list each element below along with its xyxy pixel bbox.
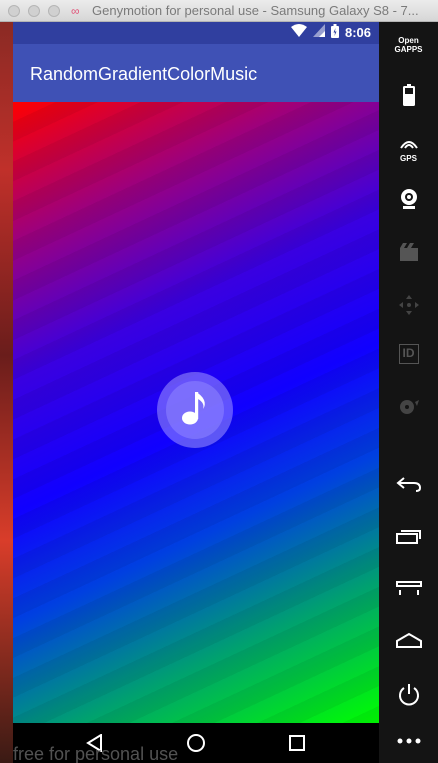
dpad-icon[interactable] bbox=[379, 294, 438, 316]
screencast-icon[interactable] bbox=[379, 242, 438, 262]
disk-io-icon[interactable] bbox=[379, 398, 438, 416]
status-time: 8:06 bbox=[344, 25, 371, 40]
battery-widget-icon[interactable] bbox=[379, 84, 438, 106]
gps-label: GPS bbox=[400, 154, 417, 163]
gps-icon bbox=[399, 136, 418, 154]
minimize-window-button[interactable] bbox=[28, 5, 40, 17]
wifi-icon bbox=[290, 24, 307, 42]
webcam-icon[interactable] bbox=[379, 188, 438, 210]
more-options-icon[interactable] bbox=[379, 738, 438, 744]
window-titlebar: ∞ Genymotion for personal use - Samsung … bbox=[0, 0, 438, 22]
open-gapps-button[interactable]: Open GAPPS bbox=[379, 36, 438, 54]
gps-widget-button[interactable]: GPS bbox=[379, 136, 438, 164]
app-title: RandomGradientColorMusic bbox=[30, 64, 258, 84]
recent-apps-key-icon[interactable] bbox=[379, 528, 438, 544]
open-gapps-line1: Open bbox=[398, 36, 419, 45]
watermark-text: free for personal use bbox=[13, 744, 179, 763]
genymotion-icon: ∞ bbox=[71, 4, 80, 18]
menu-key-icon[interactable] bbox=[379, 580, 438, 596]
close-window-button[interactable] bbox=[8, 5, 20, 17]
emulator-sidebar: Open GAPPS GPS ID bbox=[379, 22, 438, 763]
gradient-background[interactable] bbox=[13, 102, 379, 723]
zoom-window-button[interactable] bbox=[48, 5, 60, 17]
battery-icon bbox=[330, 23, 339, 43]
back-key-icon[interactable] bbox=[379, 476, 438, 492]
id-label: ID bbox=[398, 344, 419, 364]
music-button[interactable] bbox=[157, 372, 233, 448]
open-gapps-line2: GAPPS bbox=[394, 45, 423, 54]
desktop-wallpaper-edge bbox=[0, 22, 13, 763]
window-title: Genymotion for personal use - Samsung Ga… bbox=[92, 3, 419, 18]
power-icon[interactable] bbox=[379, 682, 438, 706]
home-icon[interactable] bbox=[186, 733, 206, 753]
device-id-button[interactable]: ID bbox=[379, 344, 438, 364]
signal-icon bbox=[312, 24, 325, 42]
app-bar: RandomGradientColorMusic bbox=[13, 44, 379, 102]
home-key-icon[interactable] bbox=[379, 632, 438, 648]
music-note-icon bbox=[181, 390, 209, 431]
recents-icon[interactable] bbox=[287, 733, 307, 753]
android-status-bar: 8:06 bbox=[13, 22, 379, 44]
